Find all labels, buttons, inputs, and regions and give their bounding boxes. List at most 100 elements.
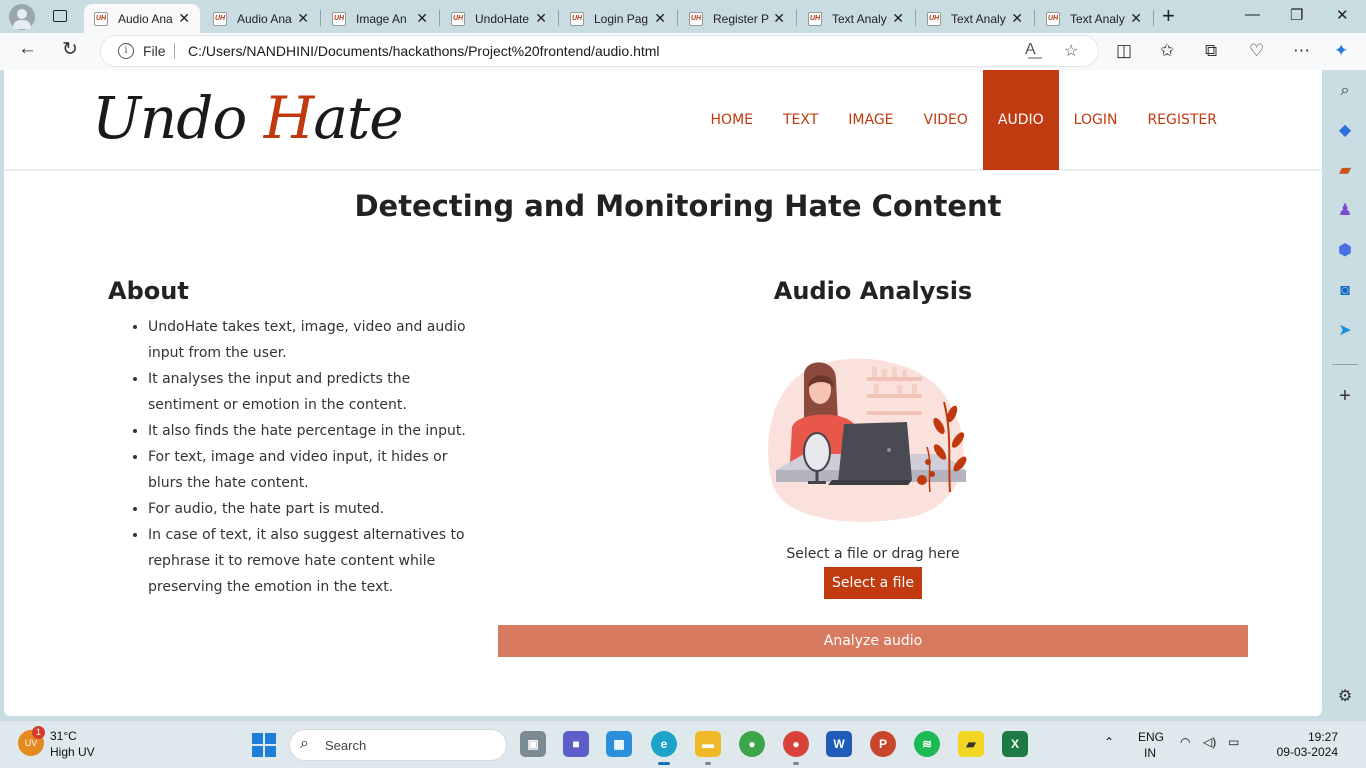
about-item: In case of text, it also suggest alterna… — [148, 522, 468, 600]
close-window-icon[interactable]: ✕ — [1336, 6, 1349, 24]
tray-chevron-up-icon[interactable]: ⌃ — [1104, 735, 1114, 749]
close-tab-icon[interactable]: ✕ — [297, 10, 309, 27]
undohate-favicon-icon: UH — [94, 11, 108, 26]
info-icon[interactable]: i — [118, 43, 134, 59]
undohate-favicon-icon: UH — [808, 11, 822, 26]
microsoft-365-icon[interactable]: ⬢ — [1335, 241, 1355, 261]
weather-temperature[interactable]: 31°C — [50, 729, 77, 743]
url-text[interactable]: C:/Users/NANDHINI/Documents/hackathons/P… — [188, 43, 660, 59]
close-tab-icon[interactable]: ✕ — [1011, 10, 1023, 27]
region-indicator[interactable]: IN — [1144, 746, 1156, 760]
favorites-icon[interactable]: ✩ — [1160, 41, 1174, 61]
battery-icon[interactable]: ▭ — [1228, 735, 1239, 749]
tab-login[interactable]: UH Login Pag ✕ — [560, 4, 676, 33]
games-icon[interactable]: ♟ — [1335, 201, 1355, 221]
close-tab-icon[interactable]: ✕ — [773, 10, 785, 27]
outlook-icon[interactable]: ◙ — [1335, 281, 1355, 301]
nav-register[interactable]: REGISTER — [1132, 70, 1232, 170]
weather-description[interactable]: High UV — [50, 745, 95, 759]
tab-label: Image An — [356, 11, 407, 26]
collections-icon[interactable]: ⧉ — [1205, 41, 1217, 61]
favorite-star-icon[interactable]: ☆ — [1064, 41, 1078, 61]
about-item: It also finds the hate percentage in the… — [148, 418, 468, 444]
search-icon: ⌕ — [300, 735, 309, 752]
file-explorer-icon[interactable]: ▬ — [695, 731, 721, 765]
audio-analysis-heading: Audio Analysis — [773, 277, 973, 305]
nav-image[interactable]: IMAGE — [833, 70, 908, 170]
close-tab-icon[interactable]: ✕ — [892, 10, 904, 27]
read-aloud-icon[interactable]: A͟ — [1025, 41, 1036, 59]
tab-text-analysis-1[interactable]: UH Text Analy ✕ — [798, 4, 914, 33]
search-placeholder: Search — [325, 738, 367, 753]
profile-avatar-icon[interactable] — [9, 4, 35, 30]
tab-audio-analysis-1[interactable]: UH Audio Ana ✕ — [84, 4, 200, 33]
nav-video[interactable]: VIDEO — [909, 70, 983, 170]
windows-start-icon[interactable] — [252, 733, 276, 757]
tab-text-analysis-2[interactable]: UH Text Analy ✕ — [917, 4, 1033, 33]
wifi-icon[interactable]: ◠ — [1180, 735, 1190, 749]
new-tab-plus-icon[interactable]: + — [1162, 3, 1175, 29]
excel-icon[interactable]: X — [1002, 731, 1028, 757]
refresh-icon[interactable]: ↻ — [62, 38, 78, 61]
microsoft-store-icon[interactable]: ▦ — [606, 731, 632, 757]
split-screen-icon[interactable]: ◫ — [1116, 41, 1132, 61]
close-tab-icon[interactable]: ✕ — [178, 10, 190, 27]
tab-separator — [677, 10, 678, 26]
chrome-icon[interactable]: ● — [783, 731, 809, 765]
nav-home[interactable]: HOME — [696, 70, 768, 170]
more-menu-icon[interactable]: ⋯ — [1293, 41, 1310, 61]
sticky-notes-icon[interactable]: ▰ — [958, 731, 984, 757]
tools-briefcase-icon[interactable]: ▰ — [1335, 161, 1355, 181]
browser-essentials-icon[interactable]: ♡ — [1249, 41, 1264, 61]
tab-image-analysis[interactable]: UH Image An ✕ — [322, 4, 438, 33]
system-clock[interactable]: 19:27 09-03-2024 — [1277, 730, 1338, 760]
taskbar-search-box[interactable]: ⌕ Search — [289, 729, 507, 761]
tab-separator — [1153, 10, 1154, 26]
logo-text-1: Undo — [92, 84, 264, 152]
about-item: For text, image and video input, it hide… — [148, 444, 468, 496]
settings-gear-icon[interactable]: ⚙ — [1335, 687, 1355, 707]
about-heading: About — [108, 277, 189, 305]
restore-icon[interactable]: ❐ — [1290, 6, 1303, 24]
podcast-illustration — [768, 358, 967, 522]
add-plus-icon[interactable]: + — [1335, 386, 1355, 406]
spotify-icon[interactable]: ≋ — [914, 731, 940, 757]
edge-browser-icon[interactable]: e — [651, 731, 677, 765]
logo-text-2: ate — [313, 84, 403, 152]
nav-audio[interactable]: AUDIO — [982, 70, 1059, 170]
chrome-profile-icon[interactable]: ● — [739, 731, 765, 757]
tab-register[interactable]: UH Register P ✕ — [679, 4, 795, 33]
search-icon[interactable]: ⌕ — [1335, 81, 1355, 101]
close-tab-icon[interactable]: ✕ — [535, 10, 547, 27]
language-indicator[interactable]: ENG — [1138, 730, 1164, 744]
tab-actions-icon[interactable] — [48, 5, 72, 27]
volume-icon[interactable]: ◁) — [1203, 735, 1216, 749]
minimize-icon[interactable]: — — [1245, 6, 1260, 23]
about-item: For audio, the hate part is muted. — [148, 496, 468, 522]
notification-badge: 1 — [32, 726, 45, 739]
close-tab-icon[interactable]: ✕ — [654, 10, 666, 27]
tab-audio-analysis-2[interactable]: UH Audio Ana ✕ — [203, 4, 319, 33]
task-view-icon[interactable]: ▣ — [520, 731, 546, 757]
analyze-audio-button[interactable]: Analyze audio — [498, 625, 1248, 657]
powerpoint-icon[interactable]: P — [870, 731, 896, 757]
address-bar[interactable]: i File C:/Users/NANDHINI/Documents/hacka… — [101, 36, 1098, 66]
nav-login[interactable]: LOGIN — [1059, 70, 1133, 170]
back-arrow-icon[interactable]: ← — [18, 38, 37, 60]
page-viewport: Undo Hate HOME TEXT IMAGE VIDEO AUDIO LO… — [4, 70, 1322, 716]
word-icon[interactable]: W — [826, 731, 852, 757]
tab-undohate[interactable]: UH UndoHate ✕ — [441, 4, 557, 33]
tab-separator — [796, 10, 797, 26]
send-drop-icon[interactable]: ➤ — [1335, 321, 1355, 341]
select-file-button[interactable]: Select a file — [824, 567, 922, 599]
copilot-icon[interactable]: ✦ — [1334, 41, 1348, 61]
tab-separator — [439, 10, 440, 26]
teams-meet-icon[interactable]: ■ — [563, 731, 589, 757]
close-tab-icon[interactable]: ✕ — [1130, 10, 1142, 27]
tab-text-analysis-3[interactable]: UH Text Analy ✕ — [1036, 4, 1152, 33]
shopping-tag-icon[interactable]: ◆ — [1335, 121, 1355, 141]
undohate-logo[interactable]: Undo Hate — [92, 84, 404, 152]
close-tab-icon[interactable]: ✕ — [416, 10, 428, 27]
nav-text[interactable]: TEXT — [768, 70, 833, 170]
tab-label: UndoHate — [475, 11, 530, 26]
